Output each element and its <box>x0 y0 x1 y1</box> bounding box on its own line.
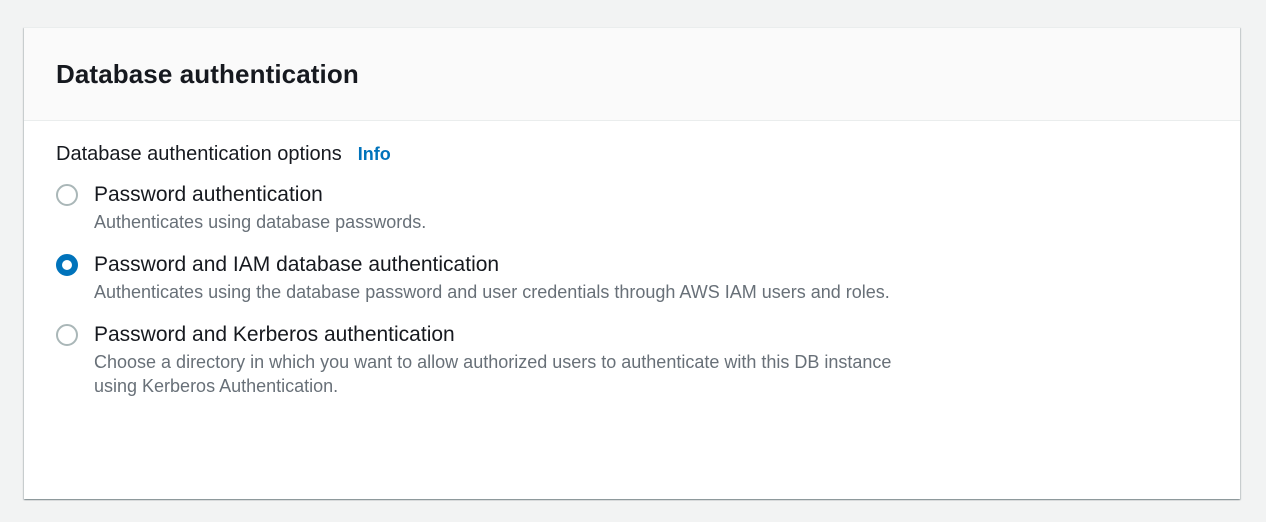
radio-text: Password and IAM database authentication… <box>94 252 904 304</box>
radio-option-password[interactable]: Password authentication Authenticates us… <box>56 182 1208 234</box>
radio-description: Choose a directory in which you want to … <box>94 352 892 396</box>
database-authentication-panel: Database authentication Database authent… <box>24 27 1240 499</box>
panel-header: Database authentication <box>24 28 1240 121</box>
panel-body: Database authentication options Info Pas… <box>24 121 1240 398</box>
radio-description: Authenticates using database passwords. <box>94 212 427 232</box>
radio-button-checked[interactable] <box>56 254 78 276</box>
field-label: Database authentication options <box>56 143 342 165</box>
radio-text: Password authentication Authenticates us… <box>94 182 904 234</box>
field-label-row: Database authentication options Info <box>56 143 1208 166</box>
radio-option-password-iam[interactable]: Password and IAM database authentication… <box>56 252 1208 304</box>
radio-label: Password and IAM database authentication <box>94 253 500 276</box>
radio-button-unchecked[interactable] <box>56 324 78 346</box>
radio-text: Password and Kerberos authentication Cho… <box>94 322 904 398</box>
radio-label: Password and Kerberos authentication <box>94 323 455 346</box>
radio-option-password-kerberos[interactable]: Password and Kerberos authentication Cho… <box>56 322 1208 398</box>
panel-title: Database authentication <box>56 58 359 89</box>
info-link[interactable]: Info <box>358 144 391 165</box>
authentication-radio-group: Password authentication Authenticates us… <box>56 182 1208 398</box>
radio-description: Authenticates using the database passwor… <box>94 282 890 302</box>
radio-button-unchecked[interactable] <box>56 184 78 206</box>
radio-label: Password authentication <box>94 183 323 206</box>
